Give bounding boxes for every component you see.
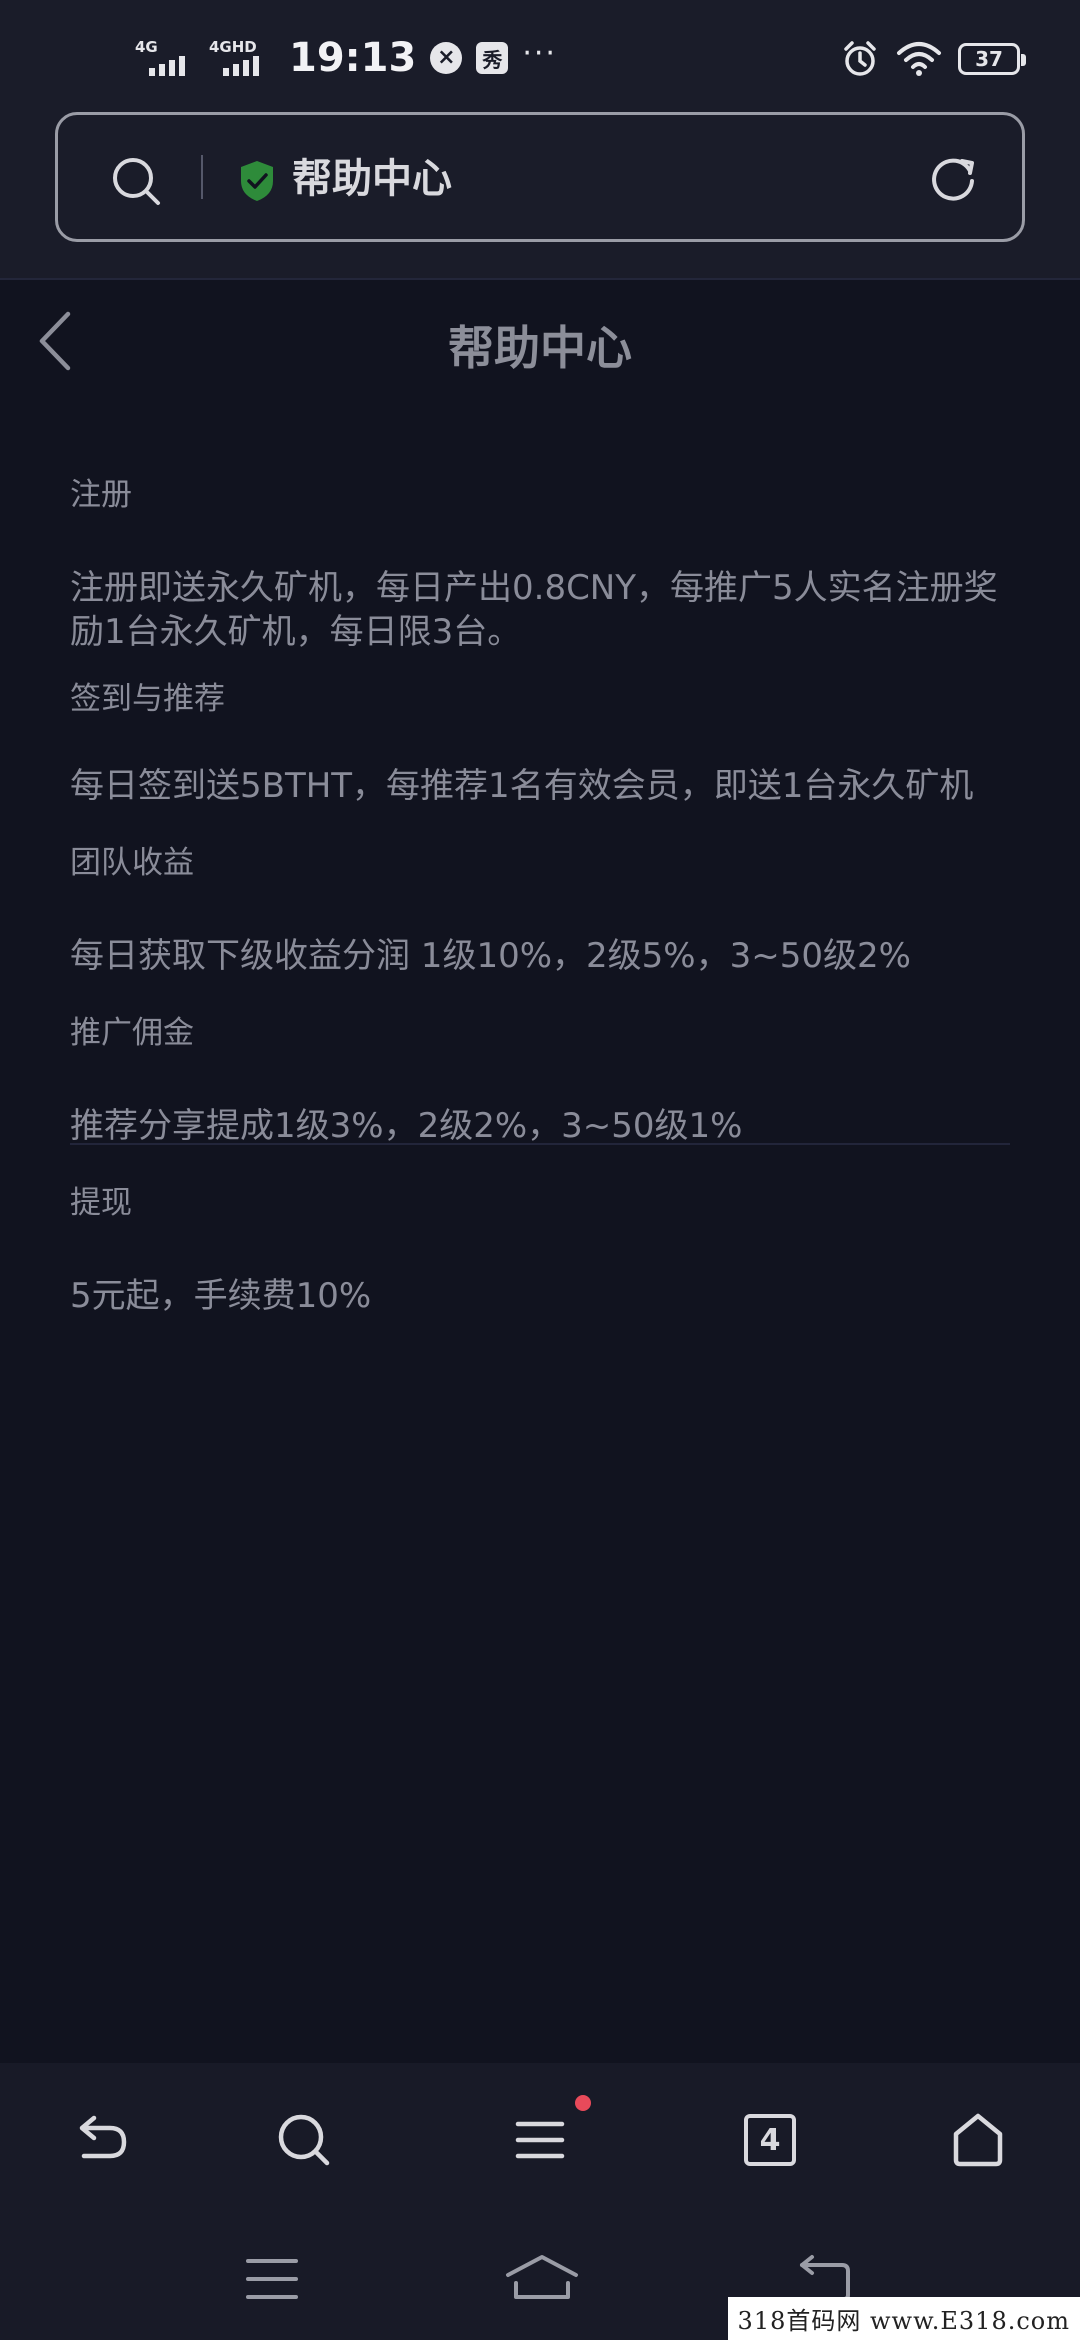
signal-1-label: 4G	[135, 38, 158, 56]
battery-indicator: 37	[958, 43, 1026, 75]
tabs-button[interactable]: 4	[744, 2114, 796, 2166]
help-section-team: 团队收益 每日获取下级收益分润 1级10%，2级5%，3~50级2%	[70, 838, 1010, 978]
alarm-icon	[844, 41, 876, 76]
menu-icon[interactable]	[508, 2108, 572, 2172]
section-body: 每日获取下级收益分润 1级10%，2级5%，3~50级2%	[70, 936, 911, 976]
shield-check-icon	[241, 161, 273, 201]
browser-bottom-nav: 4	[0, 2063, 1080, 2213]
status-left: 4G 4GHD 19:13 × 秀 ···	[135, 28, 557, 88]
help-section-withdraw: 提现 5元起，手续费10%	[70, 1178, 1010, 1318]
section-heading: 签到与推荐	[70, 681, 225, 717]
section-divider	[70, 1143, 1010, 1145]
reload-icon[interactable]	[926, 151, 982, 207]
more-notifications-icon: ···	[522, 35, 557, 71]
section-heading: 团队收益	[70, 845, 194, 881]
address-bar[interactable]: 帮助中心	[55, 112, 1025, 242]
status-right: 37	[840, 36, 1026, 82]
notification-app-icon: 秀	[476, 42, 509, 74]
signal-2: 4GHD	[209, 38, 269, 78]
search-icon[interactable]	[272, 2108, 336, 2172]
battery-level: 37	[975, 47, 1003, 71]
home-icon[interactable]	[504, 2251, 580, 2307]
section-body: 推荐分享提成1级3%，2级2%，3~50级1%	[70, 1106, 743, 1146]
signal-1: 4G	[135, 38, 195, 78]
watermark: 318首码网 www.E318.com	[727, 2297, 1080, 2340]
section-heading: 注册	[70, 477, 132, 513]
signal-2-icon	[223, 56, 259, 76]
address-title[interactable]: 帮助中心	[292, 151, 452, 207]
section-body: 每日签到送5BTHT，每推荐1名有效会员，即送1台永久矿机	[70, 766, 974, 806]
browser-header: 帮助中心	[0, 110, 1080, 280]
wifi-icon	[897, 42, 941, 76]
clock: 19:13	[289, 35, 417, 81]
signal-2-label: 4GHD	[209, 38, 257, 56]
back-arrow-icon[interactable]	[70, 2108, 134, 2172]
search-icon[interactable]	[108, 153, 164, 209]
menu-icon[interactable]	[240, 2251, 304, 2307]
tabs-count: 4	[759, 2122, 781, 2158]
page-header: 帮助中心	[0, 282, 1080, 402]
page-title: 帮助中心	[448, 321, 632, 375]
home-icon[interactable]	[946, 2108, 1010, 2172]
help-section-commission: 推广佣金 推荐分享提成1级3%，2级2%，3~50级1%	[70, 1008, 1010, 1148]
status-bar: 4G 4GHD 19:13 × 秀 ··· 37	[0, 0, 1080, 110]
help-content: 注册 注册即送永久矿机，每日产出0.8CNY，每推广5人实名注册奖励1台永久矿机…	[70, 470, 1010, 1318]
menu-notification-badge	[575, 2095, 591, 2111]
section-body: 5元起，手续费10%	[70, 1276, 372, 1316]
address-divider	[201, 155, 203, 199]
signal-1-icon	[149, 56, 185, 76]
section-heading: 提现	[70, 1185, 132, 1221]
help-section-register: 注册 注册即送永久矿机，每日产出0.8CNY，每推广5人实名注册奖励1台永久矿机…	[70, 470, 1010, 654]
section-body: 注册即送永久矿机，每日产出0.8CNY，每推广5人实名注册奖励1台永久矿机，每日…	[70, 568, 998, 652]
section-heading: 推广佣金	[70, 1015, 194, 1051]
help-section-checkin: 签到与推荐 每日签到送5BTHT，每推荐1名有效会员，即送1台永久矿机	[70, 674, 1010, 808]
x-circle-icon: ×	[430, 42, 463, 74]
